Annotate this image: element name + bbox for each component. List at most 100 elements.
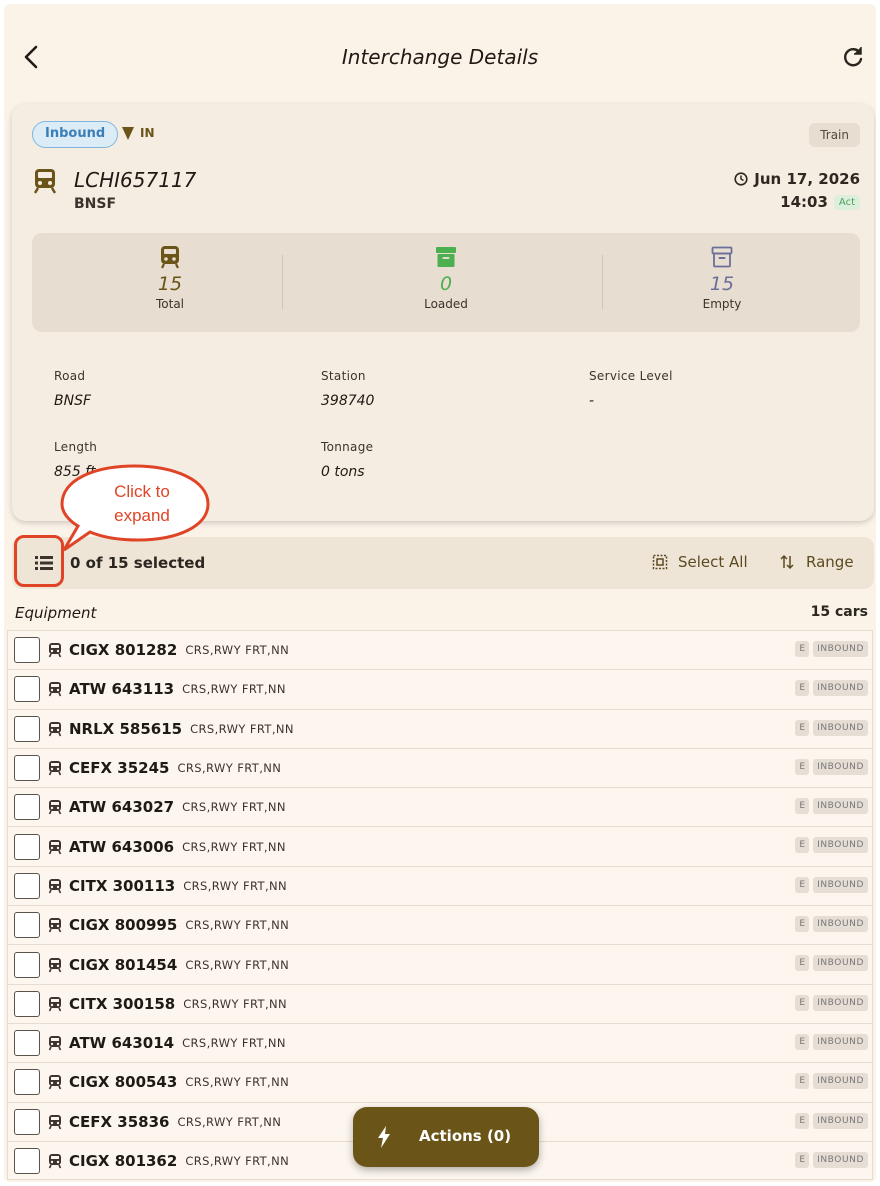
row-checkbox[interactable] — [14, 755, 40, 782]
direction-pill: Inbound — [32, 121, 119, 148]
direction-tag-text: IN — [140, 126, 155, 140]
equipment-row[interactable]: CIGX 800543 CRS,RWY FRT,NN E INBOUND — [7, 1062, 873, 1102]
range-button[interactable]: Range — [780, 553, 854, 571]
equipment-row[interactable]: ATW 643014 CRS,RWY FRT,NN E INBOUND — [7, 1022, 873, 1063]
equipment-row[interactable]: CITX 300113 CRS,RWY FRT,NN E INBOUND — [7, 865, 873, 906]
rail-car-icon — [48, 799, 62, 815]
row-tags: E INBOUND — [795, 1073, 868, 1090]
movement-status-tag: INBOUND — [813, 1151, 868, 1168]
row-checkbox[interactable] — [14, 1030, 40, 1057]
load-status-tag: E — [795, 1112, 810, 1129]
row-checkbox[interactable] — [14, 676, 40, 703]
movement-status-tag: INBOUND — [813, 837, 868, 854]
tonnage-label: Tonnage — [321, 440, 374, 454]
actions-button[interactable]: Actions (0) — [353, 1107, 539, 1167]
row-checkbox[interactable] — [14, 872, 40, 899]
equipment-row[interactable]: ATW 643027 CRS,RWY FRT,NN E INBOUND — [7, 787, 873, 827]
row-checkbox[interactable] — [14, 715, 40, 742]
road-label: Road — [54, 369, 86, 383]
rail-car-icon — [48, 721, 62, 737]
equipment-row[interactable]: NRLX 585615 CRS,RWY FRT,NN E INBOUND — [7, 708, 873, 748]
rail-car-icon — [48, 642, 62, 658]
car-id: CITX 300113 — [69, 876, 176, 895]
direction-arrow-icon — [122, 126, 134, 140]
load-status-tag: E — [795, 1151, 810, 1168]
row-checkbox[interactable] — [14, 1069, 40, 1096]
row-tags: E INBOUND — [795, 837, 868, 854]
equipment-row[interactable]: CITX 300158 CRS,RWY FRT,NN E INBOUND — [7, 983, 873, 1023]
row-checkbox[interactable] — [14, 833, 40, 860]
car-id: CIGX 801362 — [69, 1151, 178, 1170]
car-description: CRS,RWY FRT,NN — [185, 1153, 290, 1168]
refresh-icon[interactable] — [840, 44, 866, 70]
stat-loaded-value: 0 — [439, 273, 453, 295]
car-description: CRS,RWY FRT,NN — [177, 761, 282, 776]
rail-car-icon — [48, 996, 62, 1012]
car-description: CRS,RWY FRT,NN — [177, 1114, 282, 1129]
stat-empty-label: Empty — [702, 297, 742, 311]
length-label: Length — [54, 440, 98, 454]
equipment-row[interactable]: ATW 643113 CRS,RWY FRT,NN E INBOUND — [7, 669, 873, 709]
car-description: CRS,RWY FRT,NN — [182, 682, 286, 697]
actions-label: Actions (0) — [419, 1127, 512, 1145]
row-tags: E INBOUND — [795, 641, 868, 657]
row-checkbox[interactable] — [14, 951, 40, 978]
car-description: CRS,RWY FRT,NN — [185, 643, 290, 658]
rail-car-icon — [48, 917, 62, 933]
equipment-row[interactable]: CIGX 801454 CRS,RWY FRT,NN E INBOUND — [7, 944, 873, 984]
equipment-row[interactable]: CEFX 35245 CRS,RWY FRT,NN E INBOUND — [7, 747, 873, 788]
car-id: ATW 643113 — [69, 680, 175, 699]
app-header: Interchange Details — [4, 4, 876, 100]
movement-status-tag: INBOUND — [813, 1112, 868, 1129]
page-title: Interchange Details — [341, 45, 539, 69]
car-id: CEFX 35836 — [69, 1112, 170, 1131]
equipment-row[interactable]: ATW 643006 CRS,RWY FRT,NN E INBOUND — [7, 826, 873, 866]
row-checkbox[interactable] — [14, 912, 40, 939]
car-description: CRS,RWY FRT,NN — [183, 996, 288, 1011]
service-level-label: Service Level — [589, 369, 673, 383]
equipment-list: CIGX 801282 CRS,RWY FRT,NN E INBOUND ATW 643… — [7, 630, 873, 1181]
clock-icon — [734, 172, 748, 186]
load-status-tag: E — [795, 1033, 810, 1050]
load-status-tag: E — [795, 994, 810, 1011]
rail-car-icon — [48, 1035, 62, 1051]
movement-status-tag: INBOUND — [813, 916, 868, 933]
row-tags: E INBOUND — [795, 1033, 868, 1050]
select-all-button[interactable]: Select All — [652, 553, 748, 571]
car-id: ATW 643027 — [69, 798, 175, 817]
movement-status-tag: INBOUND — [813, 680, 868, 697]
car-id: CIGX 801454 — [69, 955, 178, 974]
archive-box-icon — [436, 247, 456, 267]
row-checkbox[interactable] — [14, 1147, 40, 1174]
car-description: CRS,RWY FRT,NN — [182, 839, 286, 854]
row-checkbox[interactable] — [14, 1108, 40, 1135]
stat-empty: 15 Empty — [584, 233, 860, 332]
row-tags: E INBOUND — [795, 955, 868, 972]
load-status-tag: E — [795, 955, 810, 972]
lightning-bolt-icon — [378, 1126, 390, 1148]
range-label: Range — [806, 553, 854, 571]
car-id: CEFX 35245 — [69, 759, 170, 778]
train-car-icon — [161, 246, 179, 269]
movement-status-tag: INBOUND — [813, 1033, 868, 1050]
car-description: CRS,RWY FRT,NN — [185, 1075, 290, 1090]
equipment-row[interactable]: CIGX 800995 CRS,RWY FRT,NN E INBOUND — [7, 905, 873, 945]
stat-loaded-label: Loaded — [424, 297, 468, 311]
row-checkbox[interactable] — [14, 637, 40, 664]
movement-status-tag: INBOUND — [813, 719, 868, 736]
movement-status-tag: INBOUND — [813, 876, 868, 893]
rail-car-icon — [48, 1074, 62, 1090]
car-id: CIGX 801282 — [69, 641, 178, 660]
row-checkbox[interactable] — [14, 990, 40, 1017]
car-description: CRS,RWY FRT,NN — [182, 800, 286, 815]
load-status-tag: E — [795, 719, 810, 736]
movement-status-tag: INBOUND — [813, 1073, 868, 1090]
tonnage-value: 0 tons — [321, 464, 365, 480]
row-checkbox[interactable] — [14, 794, 40, 821]
car-id: ATW 643006 — [69, 837, 175, 856]
station-label: Station — [321, 369, 366, 383]
equipment-row[interactable]: CIGX 801282 CRS,RWY FRT,NN E INBOUND — [7, 630, 873, 670]
movement-status-tag: INBOUND — [813, 641, 868, 657]
list-view-icon[interactable] — [34, 554, 54, 572]
stat-total-label: Total — [155, 297, 185, 311]
